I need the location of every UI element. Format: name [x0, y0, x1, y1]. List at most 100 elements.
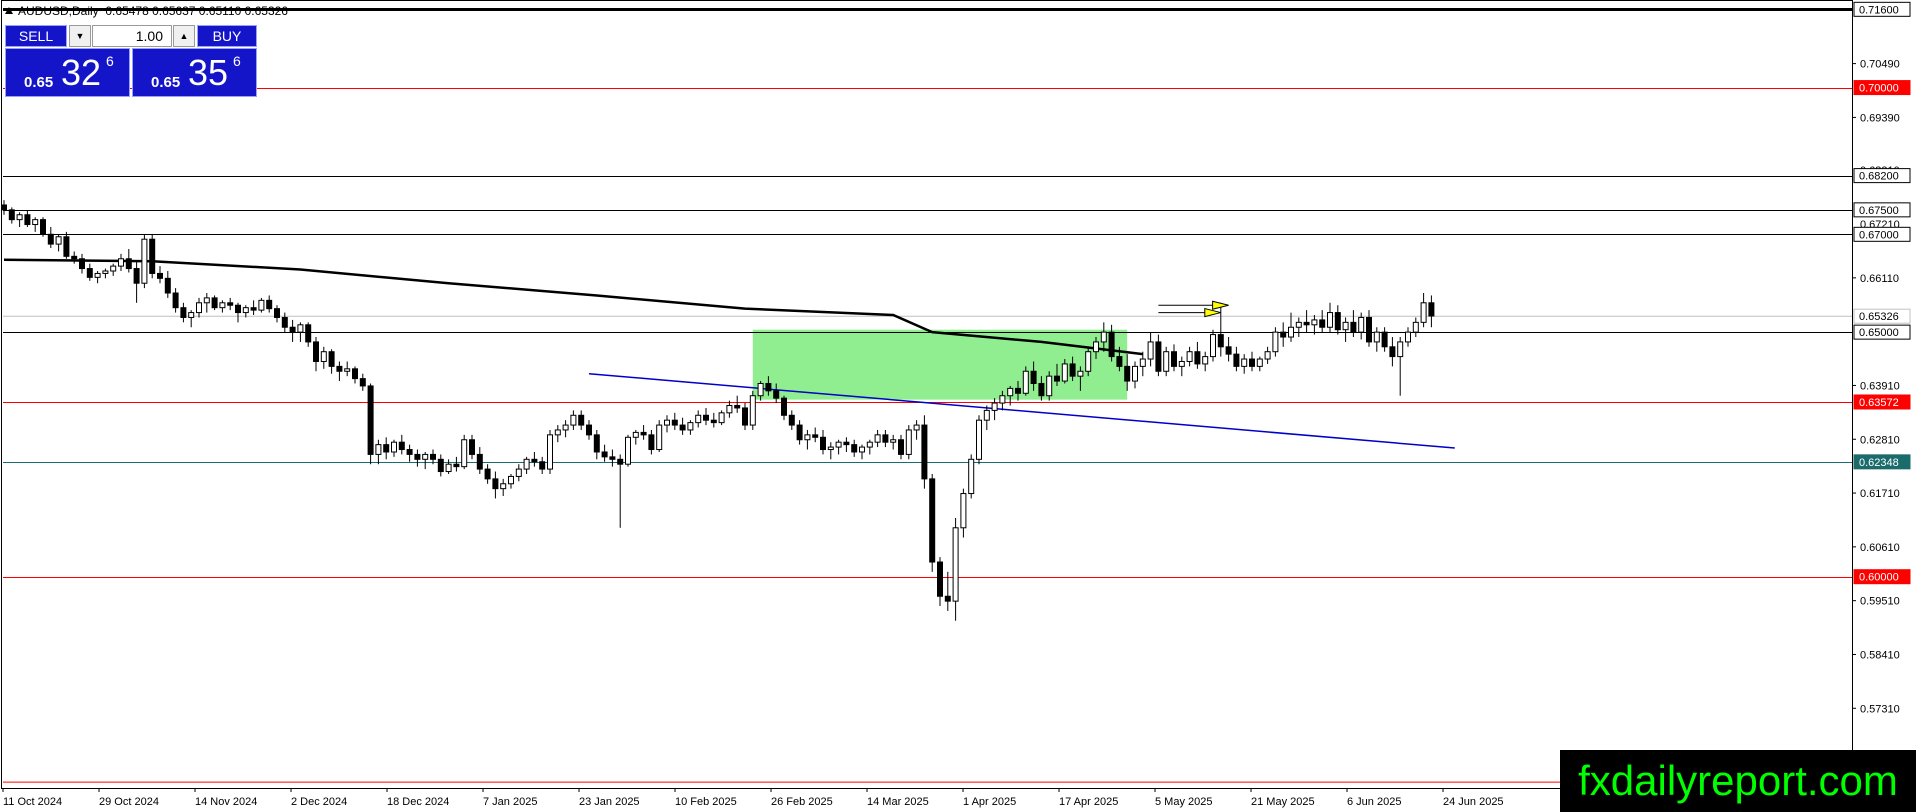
sell-price-big: 32: [61, 52, 102, 93]
candle: [336, 361, 343, 382]
candle: [344, 361, 351, 377]
candle: [1155, 334, 1162, 377]
candle-body: [500, 483, 507, 490]
candle-body: [40, 219, 46, 235]
y-tick-label: 0.62810: [1860, 434, 1900, 446]
candle-body: [414, 453, 421, 460]
candle: [352, 366, 358, 384]
candle: [1295, 317, 1302, 338]
candle: [539, 456, 546, 474]
candle-body: [593, 434, 600, 453]
candle-body: [180, 307, 187, 318]
candle: [1397, 337, 1404, 396]
candle-body: [640, 431, 647, 436]
candle-body: [352, 368, 358, 380]
y-tick-label: 0.69390: [1860, 112, 1900, 124]
candle: [1139, 351, 1146, 377]
candle-body: [1, 204, 7, 211]
candle-body: [258, 299, 265, 311]
lot-increase-button[interactable]: ▲: [173, 25, 195, 47]
candle-body: [531, 458, 538, 463]
candle-body: [219, 302, 226, 309]
candle-body: [1178, 360, 1185, 367]
candle-body: [203, 297, 210, 304]
candle: [593, 429, 600, 460]
candle: [55, 234, 62, 252]
candle-body: [196, 302, 202, 314]
level-label: 0.62348: [1859, 457, 1899, 469]
candle: [445, 459, 452, 474]
candle: [180, 302, 187, 323]
candle: [1327, 302, 1333, 333]
y-tick-label: 0.61710: [1860, 488, 1900, 500]
candle: [960, 488, 967, 538]
candle-body: [1381, 331, 1388, 348]
candle: [781, 395, 787, 421]
candle: [640, 425, 647, 440]
sell-price-button[interactable]: 0.65 32 6: [5, 48, 130, 97]
candle: [508, 473, 514, 489]
candle-body: [718, 412, 725, 424]
candle-body: [164, 277, 171, 294]
buy-price-button[interactable]: 0.65 35 6: [132, 48, 257, 97]
candle-body: [991, 402, 998, 411]
lot-decrease-button[interactable]: ▼: [69, 25, 91, 47]
candle-body: [827, 446, 834, 451]
candle-body: [484, 468, 491, 480]
candle-body: [1202, 356, 1209, 365]
candle-body: [235, 304, 241, 314]
candle: [687, 420, 694, 435]
candle: [796, 420, 803, 445]
buy-button[interactable]: BUY: [197, 25, 257, 47]
candle-body: [188, 312, 195, 318]
candle-body: [1428, 302, 1435, 317]
candle-body: [960, 493, 967, 529]
price-chart[interactable]: 0.70490 0.69390 0.66110 0.63910 0.62810 0.617…: [0, 0, 1916, 812]
candle: [679, 417, 686, 435]
candle-body: [336, 365, 343, 372]
candle-body: [1233, 353, 1240, 367]
candle: [749, 390, 756, 430]
candle-body: [508, 475, 514, 485]
candle: [905, 425, 912, 460]
x-tick-label: 11 Oct 2024: [3, 796, 62, 808]
lot-size-input[interactable]: [92, 25, 172, 47]
sell-button[interactable]: SELL: [5, 25, 67, 47]
candle: [718, 410, 725, 426]
candle: [570, 410, 577, 430]
candle: [422, 451, 429, 470]
candle: [1420, 293, 1427, 328]
buy-price-pipette: 6: [233, 53, 241, 69]
candle: [913, 420, 920, 440]
level-label: 0.71600: [1859, 4, 1899, 16]
candle: [1366, 310, 1372, 347]
candle-body: [874, 434, 881, 443]
candle-body: [781, 397, 787, 416]
candle: [609, 449, 616, 467]
symbol-menu-triangle-icon[interactable]: [5, 7, 13, 14]
candle: [1428, 295, 1435, 328]
candle: [1389, 337, 1396, 367]
candle-body: [1171, 351, 1177, 367]
candle-body: [523, 458, 530, 470]
candle: [1186, 346, 1193, 367]
candle: [94, 270, 101, 284]
candle: [617, 454, 624, 528]
candle: [632, 429, 639, 445]
candle: [406, 444, 413, 462]
candle: [1194, 341, 1201, 369]
candle: [921, 415, 928, 489]
candle-body: [703, 414, 709, 421]
candle-body: [898, 439, 904, 455]
candle-body: [1147, 341, 1154, 360]
candle-body: [796, 424, 803, 441]
candle: [250, 300, 257, 316]
candle-body: [1139, 358, 1146, 367]
symbol-name: AUDUSD,Daily: [18, 4, 99, 18]
candle-body: [1366, 316, 1372, 343]
candle: [71, 251, 78, 264]
candle: [1412, 317, 1419, 338]
candle-body: [55, 236, 62, 245]
candle-body: [445, 463, 452, 473]
candle-body: [749, 395, 756, 426]
